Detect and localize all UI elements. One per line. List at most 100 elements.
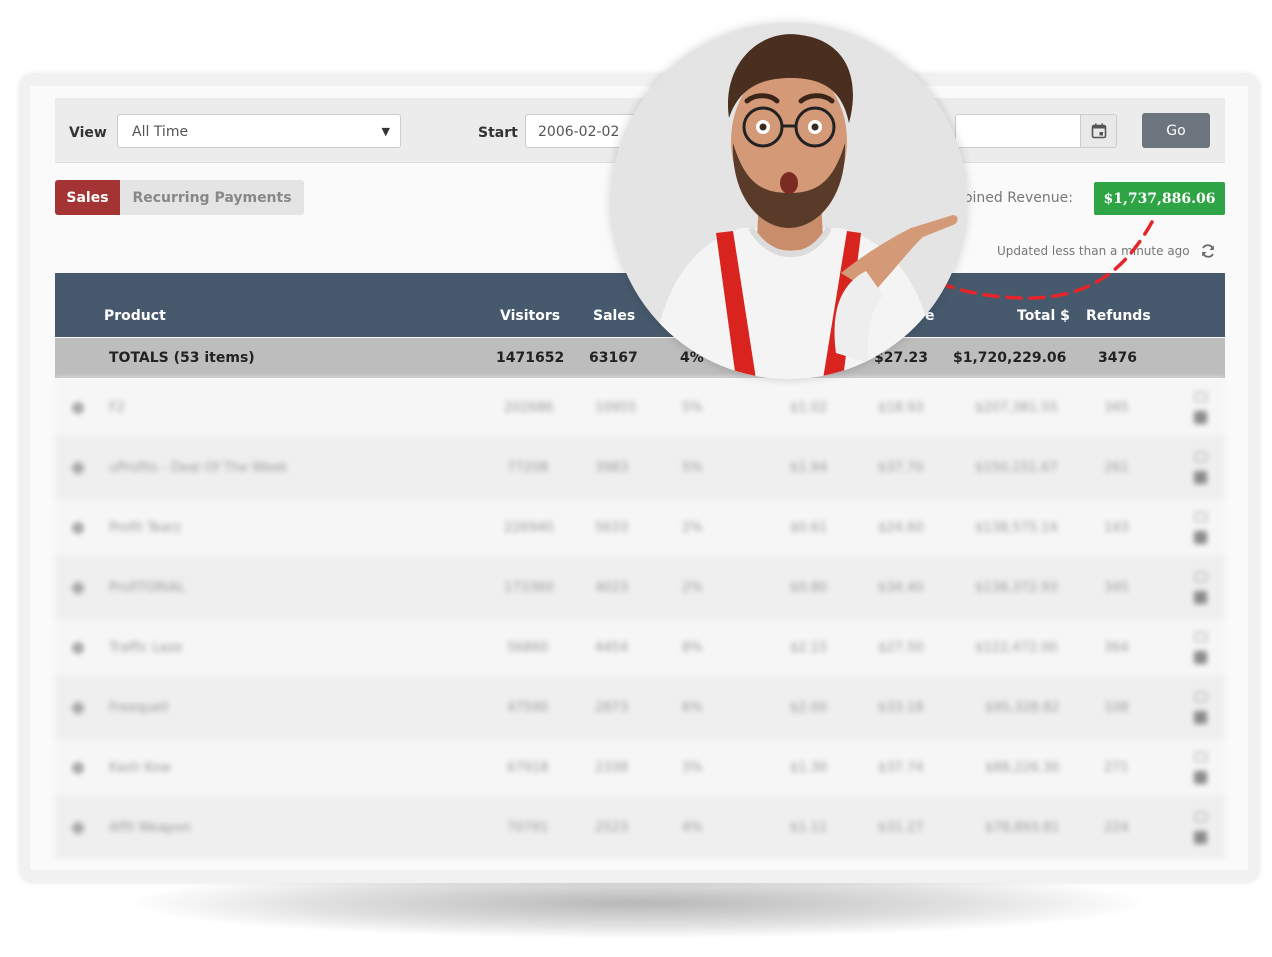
expand-bullet-icon[interactable] [72, 401, 84, 414]
table-row[interactable]: Traffic Laze 56860 4454 8% $2.15 $27.50 … [55, 618, 1225, 678]
row-product: Freequell [109, 700, 169, 715]
row-conversion: 5% [682, 400, 703, 415]
expand-bullet-icon[interactable] [72, 821, 84, 834]
row-visitors: 173360 [504, 580, 554, 595]
row-per-sale: $37.70 [878, 460, 924, 475]
expand-bullet-icon[interactable] [72, 521, 84, 534]
tab-sales[interactable]: Sales [55, 180, 120, 215]
list-icon[interactable] [1195, 512, 1207, 522]
row-per-sale: $24.60 [878, 520, 924, 535]
trash-icon[interactable] [1194, 711, 1207, 724]
row-product: uProfits - Deal Of The Week [109, 460, 288, 475]
list-icon[interactable] [1195, 812, 1207, 822]
go-button[interactable]: Go [1142, 113, 1210, 148]
row-total: $122,472.00 [975, 640, 1058, 655]
list-icon[interactable] [1195, 632, 1207, 642]
row-sales: 2873 [595, 700, 629, 715]
row-epc: $1.02 [790, 400, 828, 415]
list-icon[interactable] [1195, 752, 1207, 762]
end-date-input[interactable] [955, 114, 1081, 148]
tab-recurring-payments[interactable]: Recurring Payments [120, 180, 304, 215]
list-icon[interactable] [1195, 452, 1207, 462]
row-product: Profit Tearz [109, 520, 181, 535]
table-row[interactable]: F2 202686 10955 5% $1.02 $18.93 $207,381… [55, 378, 1225, 438]
row-refunds: 261 [1104, 460, 1129, 475]
trash-icon[interactable] [1194, 411, 1207, 424]
row-conversion: 6% [682, 700, 703, 715]
expand-bullet-icon[interactable] [72, 641, 84, 654]
row-visitors: 226940 [504, 520, 554, 535]
list-icon[interactable] [1195, 392, 1207, 402]
row-refunds: 345 [1104, 400, 1129, 415]
portrait-illustration [611, 23, 967, 379]
row-epc: $1.94 [790, 460, 828, 475]
totals-visitors: 1471652 [496, 349, 565, 366]
calendar-icon [1091, 123, 1106, 139]
row-per-sale: $34.40 [878, 580, 924, 595]
row-sales: 3983 [595, 460, 629, 475]
col-sales[interactable]: Sales [593, 308, 635, 324]
row-visitors: 67918 [507, 760, 549, 775]
calendar-button[interactable] [1080, 114, 1117, 148]
table-row[interactable]: Freequell 47590 2873 6% $2.00 $33.18 $95… [55, 678, 1225, 738]
row-total: $95,328.82 [985, 700, 1060, 715]
row-total: $150,151.67 [975, 460, 1058, 475]
refresh-icon[interactable] [1200, 243, 1216, 259]
row-total: $78,893.81 [985, 820, 1060, 835]
col-product[interactable]: Product [104, 308, 166, 324]
row-visitors: 202686 [504, 400, 554, 415]
row-product: Kash Kow [109, 760, 171, 775]
totals-refunds: 3476 [1098, 349, 1137, 366]
list-icon[interactable] [1195, 692, 1207, 702]
row-refunds: 224 [1104, 820, 1129, 835]
row-epc: $0.80 [790, 580, 828, 595]
expand-bullet-icon[interactable] [72, 761, 84, 774]
totals-total: $1,720,229.06 [953, 349, 1067, 366]
totals-row: TOTALS (53 items) 1471652 63167 4% $27.2… [55, 338, 1225, 378]
trash-icon[interactable] [1194, 771, 1207, 784]
trash-icon[interactable] [1194, 471, 1207, 484]
expand-bullet-icon[interactable] [72, 461, 84, 474]
table-body: F2 202686 10955 5% $1.02 $18.93 $207,381… [55, 378, 1225, 870]
row-visitors: 47590 [507, 700, 549, 715]
row-refunds: 108 [1104, 700, 1129, 715]
expand-bullet-icon[interactable] [72, 701, 84, 714]
table-row[interactable]: uProfits - Deal Of The Week 77208 3983 5… [55, 438, 1225, 498]
start-date-value: 2006-02-02 [538, 124, 620, 140]
row-per-sale: $33.18 [878, 700, 924, 715]
row-visitors: 77208 [507, 460, 549, 475]
table-row[interactable]: Affil Weapon 70791 2523 4% $1.11 $31.27 … [55, 798, 1225, 858]
row-per-sale: $18.93 [878, 400, 924, 415]
col-total[interactable]: Total $ [1017, 308, 1070, 324]
row-sales: 2523 [595, 820, 629, 835]
row-conversion: 5% [682, 460, 703, 475]
col-refunds[interactable]: Refunds [1086, 308, 1151, 324]
view-label: View [69, 125, 107, 141]
row-total: $138,372.93 [975, 580, 1058, 595]
table-row[interactable]: Kash Kow 67918 2338 3% $1.30 $37.74 $88,… [55, 738, 1225, 798]
row-visitors: 70791 [507, 820, 549, 835]
col-visitors[interactable]: Visitors [500, 308, 560, 324]
row-product: Traffic Laze [109, 640, 183, 655]
table-row[interactable]: ProfiTORIAL 173360 4023 2% $0.80 $34.40 … [55, 558, 1225, 618]
list-icon[interactable] [1195, 572, 1207, 582]
trash-icon[interactable] [1194, 591, 1207, 604]
trash-icon[interactable] [1194, 831, 1207, 844]
totals-label: TOTALS (53 items) [109, 349, 255, 366]
combined-revenue-badge: $1,737,886.06 [1094, 182, 1225, 215]
view-select[interactable]: All Time ▼ [117, 114, 401, 148]
row-total: $138,575.14 [975, 520, 1058, 535]
row-sales: 2338 [595, 760, 629, 775]
row-refunds: 271 [1104, 760, 1129, 775]
trash-icon[interactable] [1194, 651, 1207, 664]
view-select-value: All Time [132, 124, 189, 140]
table-row[interactable]: Profit Tearz 226940 5633 2% $0.61 $24.60… [55, 498, 1225, 558]
row-per-sale: $31.27 [878, 820, 924, 835]
row-product: F2 [109, 400, 125, 415]
row-refunds: 345 [1104, 580, 1129, 595]
row-epc: $2.00 [790, 700, 828, 715]
row-per-sale: $37.74 [878, 760, 924, 775]
row-conversion: 3% [682, 760, 703, 775]
trash-icon[interactable] [1194, 531, 1207, 544]
expand-bullet-icon[interactable] [72, 581, 84, 594]
